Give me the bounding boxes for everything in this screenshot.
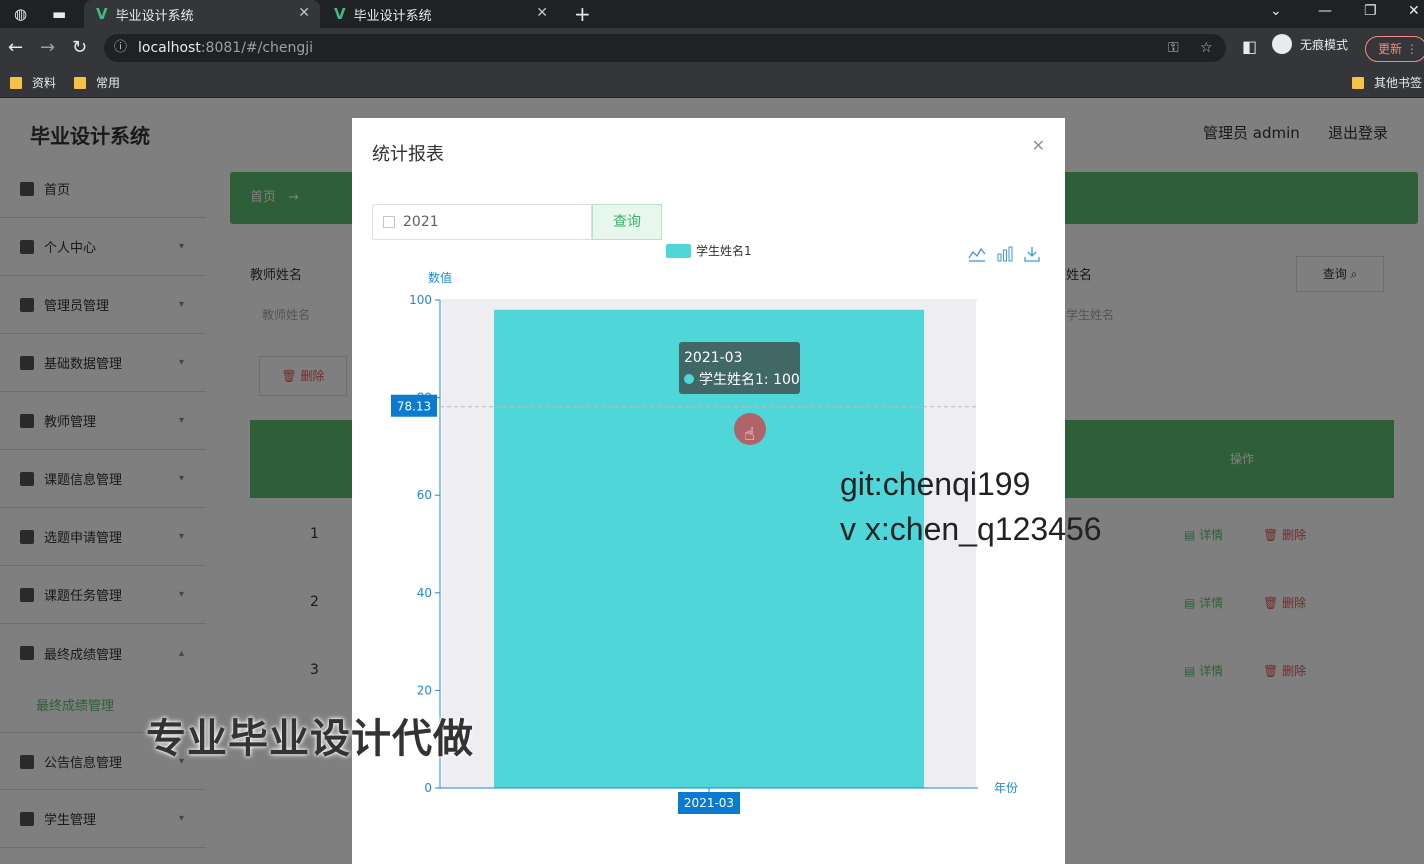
tooltip-title: 2021-03 [684, 350, 743, 366]
site-info-icon[interactable]: ⓘ [114, 34, 127, 62]
y-tick-label: 100 [409, 293, 432, 307]
url-path: :8081/#/chengji [200, 40, 314, 56]
tab-title: 毕业设计系统 [353, 8, 432, 24]
calendar-icon [383, 216, 395, 228]
star-icon[interactable]: ☆ [1200, 34, 1213, 62]
new-tab-icon[interactable]: + [574, 2, 591, 26]
tab-search-icon[interactable]: ⌄ [1270, 3, 1282, 19]
tab-close-icon[interactable]: ✕ [536, 5, 548, 21]
browser-tab-strip: ◍ ▬ V 毕业设计系统 ✕ V 毕业设计系统 ✕ + ⌄ — ❐ ✕ [0, 0, 1424, 28]
bookmark-label: 其他书签 [1374, 76, 1423, 90]
legend-label: 学生姓名1 [696, 243, 752, 258]
bookmark-folder[interactable]: 资料 [10, 74, 56, 91]
y-tick-label: 0 [424, 781, 432, 795]
x-tick-label: 2021-03 [684, 796, 734, 810]
y-tick-label: 40 [417, 586, 432, 600]
year-value: 2021 [403, 214, 439, 230]
x-axis-title: 年份 [994, 781, 1018, 795]
y-axis-title: 数值 [428, 270, 452, 285]
bookmarks-bar: 资料 常用 其他书签 [0, 68, 1424, 98]
browser-globe-icon[interactable]: ◍ [14, 5, 27, 23]
folder-icon [1352, 76, 1364, 89]
update-button[interactable]: 更新 ⋮ [1365, 36, 1424, 62]
forward-icon[interactable]: → [40, 37, 55, 58]
back-icon[interactable]: ← [8, 37, 23, 58]
hand-cursor-icon: ☝ [744, 424, 755, 445]
bookmark-label: 资料 [32, 76, 57, 90]
vue-icon: V [334, 5, 346, 23]
side-panel-icon[interactable]: ◧ [1242, 37, 1257, 56]
legend-swatch [666, 244, 691, 258]
url-input[interactable]: ⓘ localhost:8081/#/chengji ⚿ ☆ [104, 34, 1226, 62]
key-icon[interactable]: ⚿ [1168, 34, 1179, 62]
bookmark-folder[interactable]: 常用 [74, 74, 120, 91]
reload-icon[interactable]: ↻ [72, 37, 87, 58]
tab-close-icon[interactable]: ✕ [298, 5, 310, 21]
grades-bar-chart[interactable]: 020406080100数值年份学生姓名178.132021-032021-03… [352, 236, 1065, 864]
tooltip-value: 学生姓名1: 100 [699, 372, 800, 388]
query-button[interactable]: 查询 [592, 204, 662, 240]
bookmark-label: 常用 [96, 76, 121, 90]
folder-icon [74, 76, 86, 89]
other-bookmarks[interactable]: 其他书签 [1352, 74, 1422, 91]
minimize-icon[interactable]: — [1318, 3, 1332, 19]
incognito-indicator[interactable]: 无痕模式 [1272, 34, 1348, 54]
folder-icon [10, 76, 22, 89]
window-close-icon[interactable]: ✕ [1408, 3, 1420, 19]
y-tick-label: 60 [417, 488, 432, 502]
tab-title: 毕业设计系统 [115, 8, 194, 24]
browser-address-bar: ← → ↻ ⓘ localhost:8081/#/chengji ⚿ ☆ ◧ 无… [0, 28, 1424, 68]
incognito-icon [1272, 34, 1292, 54]
watermark-text: v x:chen_q123456 [840, 511, 1102, 547]
dialog-title: 统计报表 [372, 144, 444, 165]
tooltip-marker [684, 374, 694, 384]
tab-active[interactable]: V 毕业设计系统 ✕ [84, 0, 320, 28]
watermark-text: git:chenqi199 [840, 466, 1031, 502]
window-icon[interactable]: ▬ [52, 5, 66, 23]
ad-banner-text: 专业毕业设计代做 [146, 716, 474, 762]
update-label: 更新 [1378, 42, 1403, 56]
axis-pointer-y-label: 78.13 [397, 400, 431, 414]
year-picker-input[interactable]: 2021 [372, 204, 592, 240]
y-tick-label: 20 [417, 683, 432, 697]
url-host: localhost [138, 40, 201, 56]
close-icon[interactable]: ✕ [1032, 136, 1045, 155]
tab-inactive[interactable]: V 毕业设计系统 ✕ [322, 0, 558, 28]
vue-icon: V [96, 5, 108, 23]
restore-icon[interactable]: ❐ [1364, 3, 1377, 19]
incognito-label: 无痕模式 [1300, 37, 1349, 52]
